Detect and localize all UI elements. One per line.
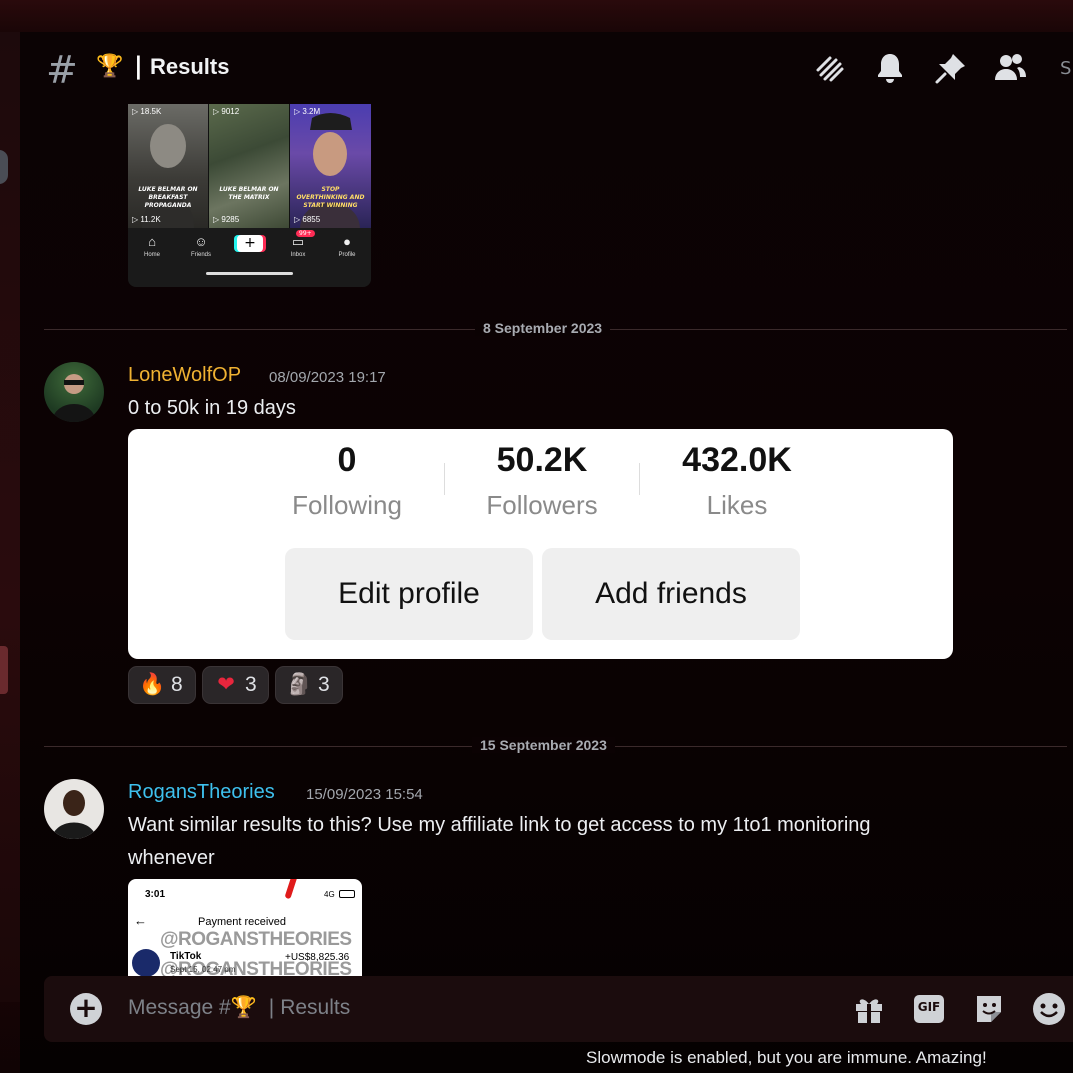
video-caption: LUKE BELMAR ON BREAKFAST PROPAGANDA	[138, 186, 198, 209]
title-separator: |	[134, 52, 143, 80]
view-count: ▷ 6855	[294, 215, 321, 224]
message-timestamp: 08/09/2023 19:17	[269, 369, 386, 386]
create-icon: +	[237, 235, 263, 252]
network-label: 4G	[324, 890, 335, 899]
following-label: Following	[292, 490, 402, 520]
reaction-count: 3	[245, 673, 257, 696]
stat-separator	[639, 463, 640, 495]
phone-time: 3:01	[145, 889, 166, 900]
stat-separator	[444, 463, 445, 495]
message-text-continued: whenever	[128, 847, 215, 869]
profile-stats-image[interactable]: 0 Following 50.2K Followers 432.0K Likes…	[128, 429, 953, 659]
home-indicator	[206, 272, 293, 275]
date-divider-label: 15 September 2023	[472, 737, 615, 753]
inbox-badge: 99+	[296, 230, 315, 237]
followers-count: 50.2K	[496, 441, 588, 479]
add-friends-button: Add friends	[542, 548, 800, 640]
hash-icon: #	[46, 48, 78, 92]
message-timestamp: 15/09/2023 15:54	[306, 786, 423, 803]
server-sidebar	[0, 32, 22, 1002]
reaction-moai[interactable]: 🗿 3	[275, 666, 343, 704]
threads-icon[interactable]	[812, 50, 848, 86]
gif-button[interactable]: GIF	[913, 992, 945, 1026]
slowmode-notice: Slowmode is enabled, but you are immune.…	[586, 1048, 987, 1067]
placeholder-separator: |	[268, 996, 275, 1019]
tab-profile: ● Profile	[327, 234, 367, 258]
edit-profile-button: Edit profile	[285, 548, 533, 640]
bell-icon[interactable]	[872, 50, 908, 86]
reaction-count: 3	[318, 673, 330, 696]
search-field-overflow[interactable]: S	[1060, 58, 1071, 79]
channel-header: # 🏆 | Results S	[20, 32, 1073, 104]
channel-title: Results	[150, 54, 230, 79]
members-icon[interactable]	[992, 50, 1028, 86]
likes-count: 432.0K	[682, 441, 792, 479]
tab-friends: ☺ Friends	[181, 234, 221, 258]
server-indicator-active[interactable]	[0, 646, 8, 694]
merchant-name: TikTok	[170, 951, 202, 962]
view-count: ▷ 9012	[213, 107, 240, 116]
tiktok-tab-bar: ⌂ Home ☺ Friends + ▭ Inbox 99+ ● Profile	[128, 228, 371, 287]
message-text: 0 to 50k in 19 days	[128, 397, 296, 419]
placeholder-channel: Results	[280, 996, 351, 1019]
video-thumbnail: ▷ 9012 LUKE BELMAR ON THE MATRIX ▷ 9285	[209, 104, 289, 228]
home-icon: ⌂	[148, 234, 156, 249]
add-attachment-button[interactable]: +	[70, 993, 102, 1025]
video-thumbnail: ▷ 3.2M STOP OVERTHINKING AND START WINNI…	[290, 104, 371, 228]
message-username[interactable]: RogansTheories	[128, 781, 275, 804]
gif-label: GIF	[917, 1000, 941, 1014]
message-input[interactable]: Message #🏆 | Results	[128, 996, 350, 1020]
trophy-emoji: 🏆	[96, 54, 124, 79]
payment-amount: +US$8,825.36	[285, 952, 350, 963]
gift-icon[interactable]	[853, 992, 885, 1026]
avatar[interactable]	[44, 362, 104, 422]
emoji-icon[interactable]	[1032, 992, 1065, 1026]
battery-icon	[339, 890, 355, 898]
payment-title: Payment received	[198, 916, 287, 928]
message-username[interactable]: LoneWolfOP	[128, 364, 241, 387]
watermark: @ROGANSTHEORIES	[160, 929, 352, 950]
following-count: 0	[337, 441, 357, 479]
tab-inbox: ▭ Inbox	[278, 234, 318, 258]
profile-icon: ●	[343, 234, 351, 249]
stat-followers: 50.2K Followers	[457, 437, 627, 527]
friends-icon: ☺	[194, 234, 208, 249]
pin-icon[interactable]	[933, 50, 969, 86]
stat-likes: 432.0K Likes	[652, 437, 822, 527]
message-composer: + Message #🏆 | Results GIF	[44, 976, 1073, 1042]
payment-image[interactable]: 3:01 4G ← Payment received @ROGANSTHEORI…	[128, 879, 362, 976]
date-divider-label: 8 September 2023	[475, 320, 611, 336]
heart-icon: ❤	[217, 673, 235, 696]
fire-icon: 🔥	[139, 673, 166, 696]
video-caption: LUKE BELMAR ON THE MATRIX	[219, 186, 279, 201]
reaction-heart[interactable]: ❤ 3	[202, 666, 269, 704]
back-arrow-icon: ←	[134, 913, 147, 928]
moai-icon: 🗿	[286, 673, 313, 696]
video-thumbnail: ▷ 18.5K LUKE BELMAR ON BREAKFAST PROPAGA…	[128, 104, 208, 228]
stat-following: 0 Following	[262, 437, 432, 527]
followers-label: Followers	[486, 490, 598, 520]
server-indicator[interactable]	[0, 150, 8, 184]
red-mark	[284, 879, 298, 900]
tab-home: ⌂ Home	[132, 234, 172, 258]
message-text: Want similar results to this? Use my aff…	[128, 814, 871, 836]
placeholder-prefix: Message #	[128, 996, 231, 1019]
trophy-emoji: 🏆	[230, 996, 257, 1019]
sticker-icon[interactable]	[973, 992, 1005, 1026]
reaction-fire[interactable]: 🔥 8	[128, 666, 196, 704]
view-count: ▷ 9285	[213, 215, 240, 224]
likes-label: Likes	[706, 490, 768, 520]
video-caption: STOP OVERTHINKING AND START WINNING	[296, 186, 365, 209]
payment-date: Sept 15, 02:47 pm	[170, 965, 236, 974]
merchant-icon	[132, 949, 160, 976]
view-count: ▷ 11.2K	[132, 215, 161, 224]
attachment-image[interactable]: ▷ 18.5K LUKE BELMAR ON BREAKFAST PROPAGA…	[128, 104, 371, 287]
avatar[interactable]	[44, 779, 104, 839]
reaction-count: 8	[171, 673, 183, 696]
